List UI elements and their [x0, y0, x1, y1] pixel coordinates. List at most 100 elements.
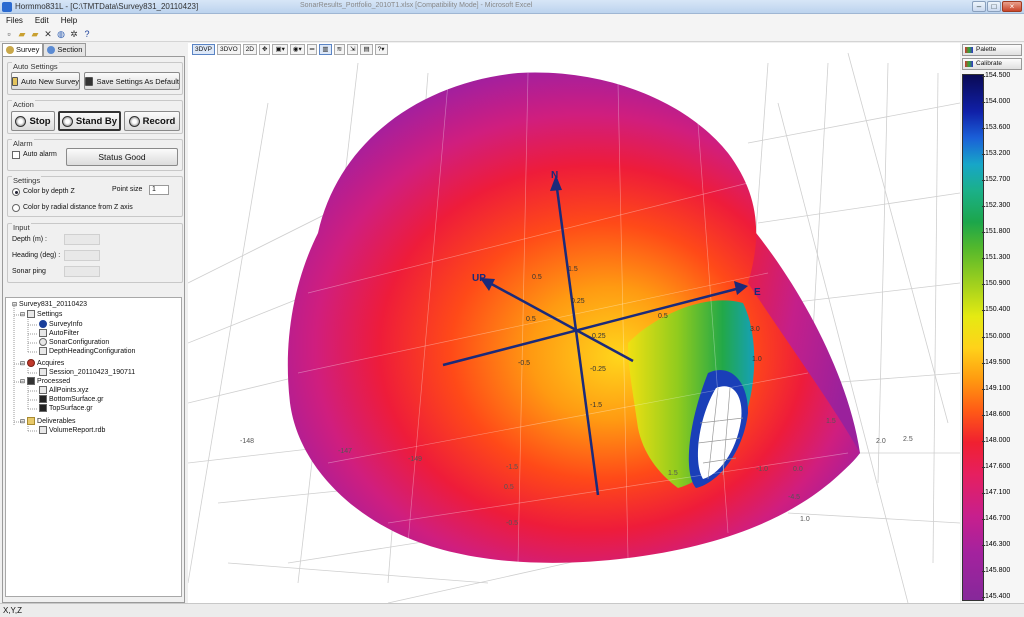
colorbar-tick-label: 149.100: [981, 384, 1011, 392]
menu-bar: Files Edit Help: [0, 14, 1024, 27]
tree-auto-filter-label: AutoFilter: [49, 329, 79, 337]
grid-icon[interactable]: ▥: [319, 44, 332, 55]
tree-sonar-config-node[interactable]: SonarConfiguration: [39, 338, 109, 346]
view-3d-ortho-button[interactable]: 3DVO: [216, 44, 241, 55]
point-size-stepper[interactable]: 1: [149, 185, 169, 195]
tick-label: -0.5: [518, 360, 530, 367]
view-help-icon[interactable]: ?▾: [374, 44, 388, 55]
tick-label: -1.5: [590, 402, 602, 409]
tree-processed-node[interactable]: ⊟ Processed: [20, 377, 70, 385]
save-settings-default-button[interactable]: Save Settings As Default: [84, 72, 180, 90]
maximize-button[interactable]: □: [987, 1, 1001, 12]
tree-deliverables-node[interactable]: ⊟ Deliverables: [20, 417, 76, 425]
delete-icon[interactable]: ✕: [43, 29, 53, 39]
window-title: Hormmo831L - [C:\TMTData\Survey831_20110…: [15, 2, 199, 11]
title-bar: Hormmo831L - [C:\TMTData\Survey831_20110…: [0, 0, 1024, 14]
3d-view[interactable]: N E UP 1.5 0.25 0.5 0.25 0.5 3.0 1.0 -0.…: [188, 43, 960, 603]
view-3d-perspective-button[interactable]: 3DVP: [192, 44, 215, 55]
view-cube-icon[interactable]: ▣▾: [272, 44, 288, 55]
tree-top-surface-node[interactable]: TopSurface.gr: [39, 404, 93, 412]
auto-alarm-checkbox[interactable]: [12, 151, 20, 159]
pan-icon[interactable]: ✥: [259, 44, 271, 55]
filter-icon: [39, 329, 47, 337]
stand-by-label: Stand By: [75, 115, 118, 127]
east-label: E: [754, 287, 761, 298]
tree-acquires-label: Acquires: [37, 359, 65, 367]
tab-survey[interactable]: Survey: [2, 43, 44, 56]
grid-label: -4.5: [788, 494, 800, 501]
lines-icon[interactable]: ≋: [333, 44, 346, 55]
surface-icon: [39, 404, 47, 412]
survey-tree: ⊟ Survey831_20110423 ⊟ Settings SurveyIn…: [5, 297, 182, 597]
colorbar-tick-label: 153.200: [981, 150, 1011, 158]
grid-label: -149: [408, 456, 422, 463]
tick-label: 1.0: [752, 356, 762, 363]
sonar-icon: [39, 338, 47, 346]
stand-by-button[interactable]: Stand By: [58, 111, 121, 131]
screenshot-icon[interactable]: ▤: [360, 44, 373, 55]
tree-bottom-surface-node[interactable]: BottomSurface.gr: [39, 395, 103, 403]
collapse-icon: ⊟: [20, 378, 26, 385]
color-by-depth-radio[interactable]: [12, 188, 20, 196]
tree-depth-heading-node[interactable]: DepthHeadingConfiguration: [39, 347, 135, 355]
record-button[interactable]: Record: [124, 111, 180, 131]
tree-survey-info-label: SurveyInfo: [49, 320, 83, 328]
tree-volume-report-node[interactable]: VolumeReport.rdb: [39, 426, 105, 434]
tree-auto-filter-node[interactable]: AutoFilter: [39, 329, 79, 337]
color-by-radial-radio[interactable]: [12, 204, 20, 212]
tree-root-node[interactable]: ⊟ Survey831_20110423: [12, 301, 87, 308]
menu-help[interactable]: Help: [61, 16, 77, 25]
tab-section[interactable]: Section: [43, 43, 87, 56]
auto-new-survey-button[interactable]: Auto New Survey: [11, 72, 80, 90]
calibrate-button[interactable]: Calibrate: [962, 58, 1022, 70]
grid-label: 0.5: [504, 484, 514, 491]
action-group: Action Stop Stand By Record: [7, 100, 183, 134]
camera-icon[interactable]: ◉▾: [289, 44, 305, 55]
settings-gear-icon[interactable]: ✲: [69, 29, 79, 39]
tick-label: 0.5: [526, 316, 536, 323]
tree-settings-node[interactable]: ⊟ Settings: [20, 310, 62, 318]
export-icon[interactable]: ⇲: [347, 44, 359, 55]
tree-session-label: Session_20110423_190711: [49, 368, 136, 376]
open-folder-icon[interactable]: ▰: [17, 29, 27, 39]
save-folder-icon[interactable]: ▰: [30, 29, 40, 39]
minimize-button[interactable]: –: [972, 1, 986, 12]
collapse-icon: ⊟: [12, 302, 18, 308]
palette-button[interactable]: Palette: [962, 44, 1022, 56]
menu-files[interactable]: Files: [6, 16, 23, 25]
help-icon[interactable]: ?: [82, 29, 92, 39]
menu-edit[interactable]: Edit: [35, 16, 49, 25]
colorbar-tick-label: 146.700: [981, 514, 1011, 522]
heading-label: Heading (deg) :: [12, 252, 61, 259]
stop-button[interactable]: Stop: [11, 111, 55, 131]
ruler-icon[interactable]: ═: [306, 44, 318, 55]
view-2d-button[interactable]: 2D: [242, 44, 257, 55]
tree-session-node[interactable]: Session_20110423_190711: [39, 368, 135, 376]
app-icon: [2, 1, 12, 12]
tree-volume-report-label: VolumeReport.rdb: [49, 426, 106, 434]
status-good-button[interactable]: Status Good: [66, 148, 178, 166]
color-by-depth-label: Color by depth Z: [23, 188, 75, 195]
grid-label: 2.0: [876, 438, 886, 445]
colorbar-tick-label: 153.600: [981, 124, 1011, 132]
tree-acquires-node[interactable]: ⊟ Acquires: [20, 359, 64, 367]
depth-heading-icon: [39, 347, 47, 355]
tab-section-label: Section: [57, 45, 83, 54]
3d-scene[interactable]: N E UP 1.5 0.25 0.5 0.25 0.5 3.0 1.0 -0.…: [188, 43, 960, 603]
tree-survey-info-node[interactable]: SurveyInfo: [39, 320, 82, 328]
survey-icon: [6, 46, 14, 54]
main-toolbar: ▫ ▰ ▰ ✕ ◍ ✲ ?: [0, 27, 1024, 42]
close-button[interactable]: ×: [1002, 1, 1022, 12]
tree-depth-heading-label: DepthHeadingConfiguration: [49, 347, 136, 355]
new-file-icon[interactable]: ▫: [4, 29, 14, 39]
calibrate-label: Calibrate: [976, 60, 1003, 67]
sonar-ping-label: Sonar ping: [12, 268, 46, 275]
globe-icon[interactable]: ◍: [56, 29, 66, 39]
session-icon: [39, 368, 47, 376]
grid-label: 1.0: [800, 516, 810, 523]
grid-label: -1.5: [506, 464, 518, 471]
tree-all-points-node[interactable]: AllPoints.xyz: [39, 386, 89, 394]
colorbar-tick-label: 147.600: [981, 462, 1011, 470]
colorbar-tick-label: 146.300: [981, 540, 1011, 548]
tree-processed-label: Processed: [37, 377, 71, 385]
